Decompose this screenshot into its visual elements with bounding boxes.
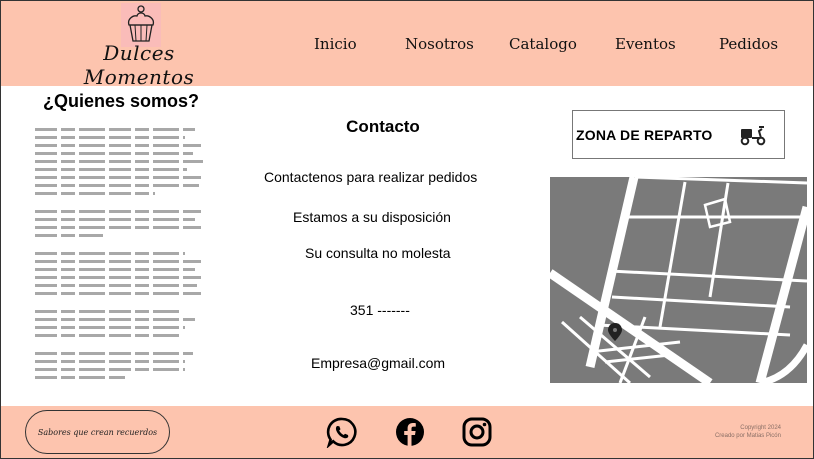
delivery-zone-button[interactable]: ZONA DE REPARTO <box>572 110 785 159</box>
copyright-year: Copyright 2024 <box>740 425 781 431</box>
slogan-button[interactable]: Sabores que crean recuerdos <box>25 410 170 454</box>
scooter-icon <box>740 126 766 146</box>
contact-email[interactable]: Empresa@gmail.com <box>311 355 445 371</box>
instagram-icon[interactable] <box>461 416 493 448</box>
nav-catalogo[interactable]: Catalogo <box>509 35 577 53</box>
header: Dulces Momentos Inicio Nosotros Catalogo… <box>1 1 813 89</box>
nav-pedidos[interactable]: Pedidos <box>719 35 778 53</box>
copyright: Copyright 2024 Creado por Matias Picón <box>691 424 781 440</box>
nav-nosotros[interactable]: Nosotros <box>405 35 474 53</box>
delivery-zone-label: ZONA DE REPARTO <box>576 127 713 143</box>
contact-line-orders: Contactenos para realizar pedidos <box>264 169 478 185</box>
about-title: ¿Quienes somos? <box>43 91 200 111</box>
contact-phone[interactable]: 351 ------- <box>350 302 410 318</box>
nav-inicio[interactable]: Inicio <box>314 35 357 53</box>
whatsapp-icon[interactable] <box>326 416 358 448</box>
nav-eventos[interactable]: Eventos <box>615 35 676 53</box>
page: Dulces Momentos Inicio Nosotros Catalogo… <box>0 0 814 459</box>
delivery-map[interactable] <box>550 177 807 383</box>
main-nav: Inicio Nosotros Catalogo Eventos Pedidos <box>1 35 813 55</box>
about-text-placeholder <box>35 128 205 384</box>
contact-line-availability: Estamos a su disposición <box>293 209 451 225</box>
facebook-icon[interactable] <box>394 416 426 448</box>
contact-line-consult: Su consulta no molesta <box>305 245 451 261</box>
copyright-author: Creado por Matias Picón <box>714 433 781 439</box>
footer: Sabores que crean recuerdos Copyright 20… <box>1 406 813 458</box>
